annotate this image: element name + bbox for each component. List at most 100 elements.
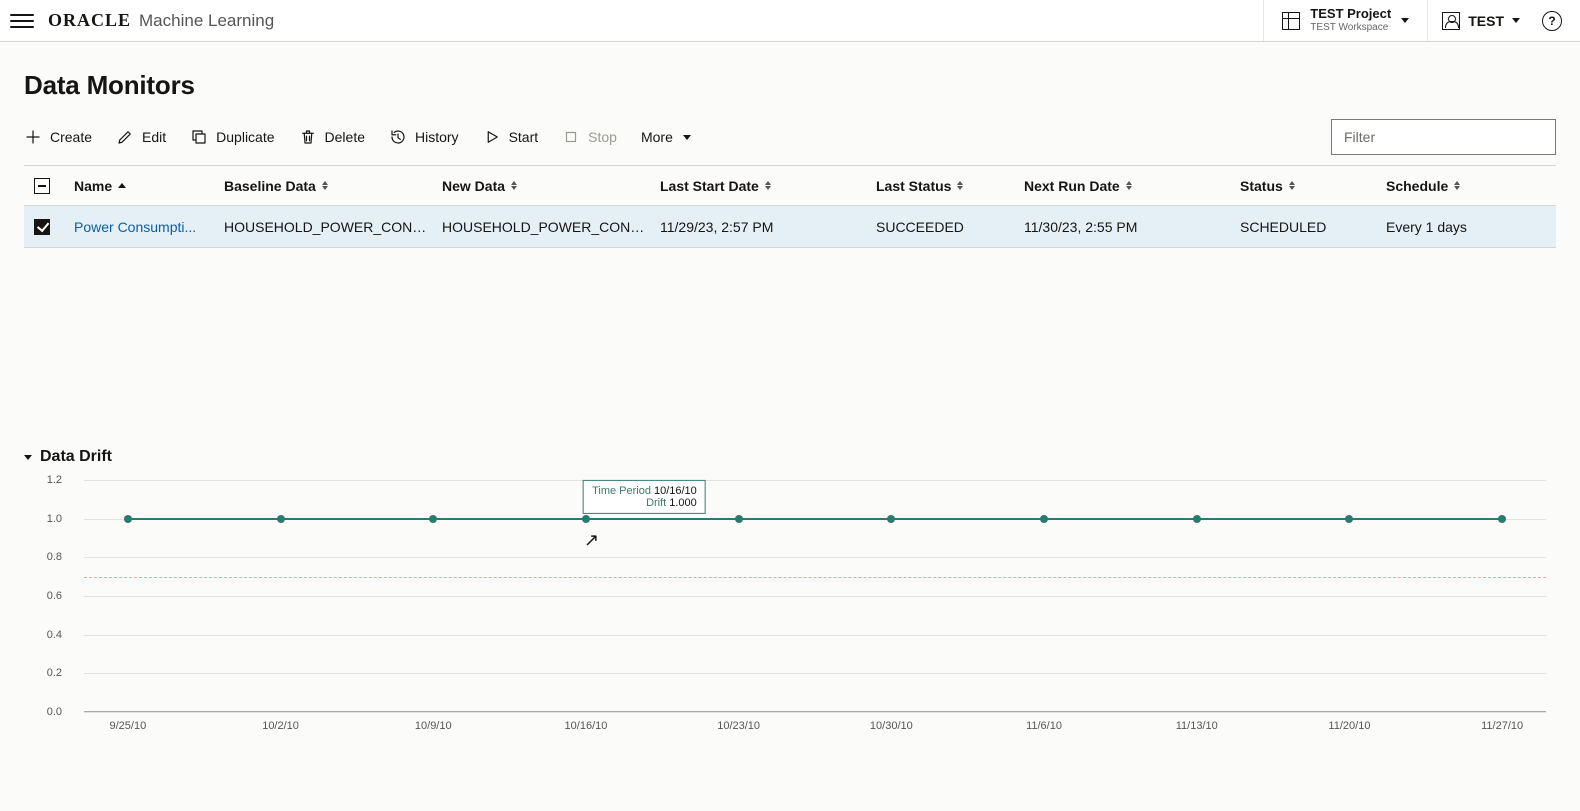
delete-button[interactable]: Delete [299,128,365,146]
monitors-table: Name Baseline Data New Data Last Start D… [24,166,1556,248]
chevron-down-icon [1512,18,1520,23]
x-tick-label: 10/9/10 [415,720,452,732]
history-button[interactable]: History [389,128,459,146]
workspace-name: TEST Workspace [1310,22,1391,34]
chevron-down-icon [24,455,32,460]
history-icon [389,128,407,146]
more-button[interactable]: More [641,129,691,145]
col-newdata[interactable]: New Data [442,178,660,194]
help-icon: ? [1542,11,1562,31]
data-point[interactable] [1040,515,1048,523]
delete-label: Delete [325,129,365,145]
row-schedule: Every 1 days [1386,219,1534,235]
row-status: SCHEDULED [1240,219,1386,235]
stop-icon [562,128,580,146]
page-title: Data Monitors [24,70,1556,101]
play-icon [483,128,501,146]
y-tick-label: 0.8 [47,551,62,563]
grid-line [84,673,1546,674]
data-drift-chart: 0.00.20.40.60.81.01.2 Time Period10/16/1… [24,480,1556,740]
sort-icon [1454,181,1460,190]
project-name: TEST Project [1310,7,1391,22]
edit-button[interactable]: Edit [116,128,166,146]
row-name-link[interactable]: Power Consumpti... [74,219,224,235]
plus-icon [24,128,42,146]
more-label: More [641,129,673,145]
data-point[interactable] [887,515,895,523]
app-header: ORACLE Machine Learning TEST Project TES… [0,0,1580,42]
sort-icon [511,181,517,190]
y-tick-label: 0.0 [47,706,62,718]
help-button[interactable]: ? [1534,0,1570,41]
chevron-down-icon [683,135,691,140]
grid-line [84,712,1546,713]
data-point[interactable] [735,515,743,523]
data-point[interactable] [1498,515,1506,523]
col-laststart[interactable]: Last Start Date [660,178,876,194]
sort-icon [1126,181,1132,190]
x-tick-label: 10/2/10 [262,720,299,732]
toolbar: Create Edit Duplicate Delete History Sta… [24,119,1556,166]
col-schedule[interactable]: Schedule [1386,178,1534,194]
x-tick-label: 11/13/10 [1176,720,1218,732]
col-status[interactable]: Status [1240,178,1386,194]
filter-input[interactable] [1331,119,1556,155]
product-name: Machine Learning [139,11,274,31]
stop-button: Stop [562,128,617,146]
data-point[interactable] [1345,515,1353,523]
project-switcher[interactable]: TEST Project TEST Workspace [1263,0,1427,41]
page: Data Monitors Create Edit Duplicate Dele… [0,42,1580,780]
duplicate-button[interactable]: Duplicate [190,128,274,146]
x-tick-label: 10/16/10 [565,720,608,732]
sort-icon [1289,181,1295,190]
user-icon [1442,12,1460,30]
oracle-logo: ORACLE [48,10,131,31]
select-all-checkbox[interactable] [34,178,50,194]
chevron-down-icon [1401,18,1409,23]
project-icon [1282,12,1300,30]
sort-icon [322,181,328,190]
data-point[interactable] [429,515,437,523]
data-point[interactable] [1193,515,1201,523]
row-laststart: 11/29/23, 2:57 PM [660,219,876,235]
data-drift-section-header[interactable]: Data Drift [24,448,1556,466]
row-nextrun: 11/30/23, 2:55 PM [1024,219,1240,235]
col-baseline[interactable]: Baseline Data [224,178,442,194]
col-name[interactable]: Name [74,178,224,194]
y-tick-label: 0.2 [47,667,62,679]
data-point[interactable] [124,515,132,523]
duplicate-icon [190,128,208,146]
data-point[interactable] [277,515,285,523]
y-tick-label: 1.0 [47,513,62,525]
grid-line [84,596,1546,597]
trash-icon [299,128,317,146]
table-row[interactable]: Power Consumpti... HOUSEHOLD_POWER_CONS.… [24,206,1556,248]
create-button[interactable]: Create [24,128,92,146]
hamburger-menu-icon[interactable] [10,9,34,33]
duplicate-label: Duplicate [216,129,274,145]
user-switcher[interactable]: TEST [1427,0,1534,41]
edit-label: Edit [142,129,166,145]
stop-label: Stop [588,129,617,145]
x-tick-label: 11/27/10 [1481,720,1523,732]
row-baseline: HOUSEHOLD_POWER_CONS... [224,219,442,235]
sort-icon [957,181,963,190]
x-tick-label: 11/6/10 [1026,720,1062,732]
data-point[interactable] [582,515,590,523]
y-tick-label: 0.4 [47,629,62,641]
col-nextrun[interactable]: Next Run Date [1024,178,1240,194]
row-checkbox[interactable] [34,219,50,235]
grid-line [84,557,1546,558]
x-tick-label: 11/20/10 [1328,720,1370,732]
grid-line [84,480,1546,481]
start-button[interactable]: Start [483,128,539,146]
col-laststatus[interactable]: Last Status [876,178,1024,194]
y-tick-label: 1.2 [47,474,62,486]
x-tick-label: 9/25/10 [110,720,147,732]
row-laststatus: SUCCEEDED [876,219,1024,235]
section-title: Data Drift [40,448,112,466]
user-name: TEST [1468,13,1504,29]
logo-block: ORACLE Machine Learning [48,10,274,31]
threshold-line [84,577,1546,578]
cursor-icon: ↖ [584,530,599,551]
